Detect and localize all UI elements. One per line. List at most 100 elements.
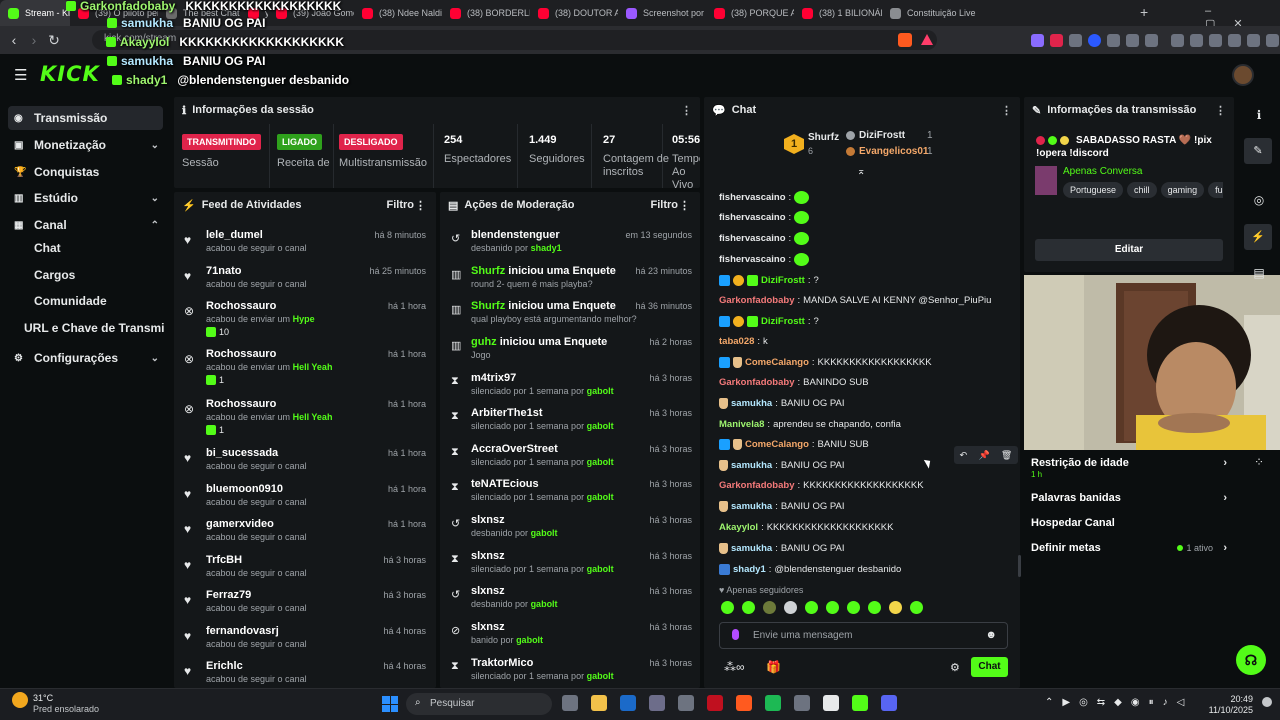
activity-row[interactable]: ♥ TrfcBH acabou de seguir o canal há 3 hora…: [182, 554, 432, 588]
stream-tag[interactable]: gaming: [1160, 182, 1205, 198]
steam-icon[interactable]: [620, 695, 636, 711]
moderation-row[interactable]: ⧗ ArbiterThe1st silenciado por 1 semana po…: [448, 407, 696, 439]
chat-message[interactable]: taba028: k: [719, 334, 768, 348]
lightning-rail-icon[interactable]: ⚡: [1244, 224, 1272, 250]
sidebar-item-configurações[interactable]: ⚙ Configurações ⌄: [8, 346, 163, 370]
browser-tab[interactable]: Constituição Live: [882, 0, 978, 26]
moderation-user[interactable]: slxnsz: [471, 585, 505, 597]
chat-username[interactable]: Garkonfadobaby: [719, 480, 795, 491]
browser-tab[interactable]: (38) PORQUE AVIÃ: [706, 0, 794, 26]
activity-user[interactable]: gamerxvideo: [206, 518, 274, 530]
moderation-user[interactable]: blendenstenguer: [471, 229, 560, 241]
discord-icon[interactable]: [881, 695, 897, 711]
activity-user[interactable]: Rochossauro: [206, 348, 276, 360]
activity-user[interactable]: Erichlc: [206, 660, 243, 672]
activity-user[interactable]: fernandovasrj: [206, 625, 279, 637]
moderation-by[interactable]: gabolt: [516, 635, 543, 645]
activity-row[interactable]: ⊗ Rochossauro acabou de enviar um Hype há 1…: [182, 300, 432, 337]
system-tray[interactable]: ⌃▶◎⇆◆◉⏸♪◁: [1045, 697, 1193, 708]
activity-row[interactable]: ♥ Erichlc acabou de seguir o canal há 4 hor…: [182, 660, 432, 694]
chat-username[interactable]: fishervascaino: [719, 233, 786, 244]
moderation-filter-button[interactable]: Filtro: [651, 199, 679, 211]
moderation-row[interactable]: ▥ guhz iniciou uma Enquete Jogo há 2 horas: [448, 336, 696, 368]
chat-username[interactable]: Akayylol: [719, 522, 758, 533]
session-menu-icon[interactable]: ⋮: [681, 104, 692, 117]
moderation-by[interactable]: shady1: [531, 243, 562, 253]
chat-message[interactable]: DiziFrostt:?: [719, 314, 819, 328]
moderation-username[interactable]: slxnsz: [471, 514, 505, 526]
browser-tab[interactable]: (38) BORDERLINE: [442, 0, 530, 26]
category-thumbnail[interactable]: [1035, 166, 1057, 195]
moderation-user[interactable]: TraktorMico: [471, 657, 533, 669]
activity-row[interactable]: ♥ bi_sucessada acabou de seguir o canal há …: [182, 447, 432, 481]
weather-icon[interactable]: [12, 692, 28, 708]
send-chat-button[interactable]: Chat: [971, 657, 1008, 677]
moderation-username[interactable]: TraktorMico: [471, 657, 533, 669]
activity-user[interactable]: Ferraz79: [206, 589, 251, 601]
info-rail-icon[interactable]: ℹ: [1252, 108, 1266, 122]
chat-username[interactable]: Garkonfadobaby: [719, 377, 795, 388]
chat-message[interactable]: samukha: BANIU OG PAI: [719, 499, 845, 513]
stream-setting-row[interactable]: Definir metas 1 ativo ›: [1031, 542, 1227, 562]
app-icon[interactable]: [794, 695, 810, 711]
moderation-by[interactable]: gabolt: [531, 599, 558, 609]
back-icon[interactable]: ‹: [4, 30, 24, 50]
leaderboard-third-user[interactable]: Evangelicos01: [859, 146, 928, 157]
microphone-icon[interactable]: [732, 629, 739, 640]
emoji-picker-icon[interactable]: ☻: [985, 629, 997, 641]
chat-username[interactable]: samukha: [731, 398, 772, 409]
extensions-toolbar[interactable]: [1028, 34, 1280, 47]
sidebar-subitem[interactable]: Chat: [34, 241, 61, 255]
chat-username[interactable]: taba028: [719, 336, 754, 347]
chat-message[interactable]: ComeCalango: KKKKKKKKKKKKKKKKKK: [719, 355, 932, 369]
browser-tab[interactable]: (38) DOUTOR AJU: [530, 0, 618, 26]
forward-icon[interactable]: ›: [24, 30, 44, 50]
expand-rail-icon[interactable]: ⁘: [1252, 455, 1266, 469]
activity-row[interactable]: ♥ bluemoon0910 acabou de seguir o canal há …: [182, 483, 432, 517]
gift-icon[interactable]: 🎁: [766, 660, 781, 674]
sidebar-item-conquistas[interactable]: 🏆 Conquistas: [8, 160, 163, 184]
spotify-icon[interactable]: [765, 695, 781, 711]
moderation-by[interactable]: gabolt: [587, 671, 614, 681]
chat-message[interactable]: Akayylol: KKKKKKKKKKKKKKKKKKKK: [719, 520, 893, 534]
emote-bar[interactable]: [721, 601, 1011, 617]
collapse-leaderboard-icon[interactable]: ⌅: [857, 166, 865, 177]
moderation-row[interactable]: ↺ blendenstenguer desbanido por shady1 em 1…: [448, 229, 696, 261]
chat-message[interactable]: Manivela8: aprendeu se chapando, confia: [719, 417, 901, 431]
chat-username[interactable]: DiziFrostt: [761, 316, 805, 327]
stream-info-menu-icon[interactable]: ⋮: [1215, 104, 1226, 117]
moderation-user[interactable]: slxnsz: [471, 621, 505, 633]
moderation-by[interactable]: gabolt: [587, 564, 614, 574]
moderation-user[interactable]: teNATEcious: [471, 478, 539, 490]
chat-username[interactable]: fishervascaino: [719, 254, 786, 265]
leaderboard-second-user[interactable]: DiziFrostt: [859, 130, 905, 141]
activity-user[interactable]: lele_dumel: [206, 229, 263, 241]
chat-message[interactable]: DiziFrostt:?: [719, 273, 819, 287]
chat-message[interactable]: fishervascaino:: [719, 231, 810, 245]
activity-row[interactable]: ♥ Ferraz79 acabou de seguir o canal há 3 ho…: [182, 589, 432, 623]
moderation-by[interactable]: gabolt: [587, 457, 614, 467]
stream-setting-row[interactable]: Palavras banidas ›: [1031, 492, 1227, 512]
chat-message[interactable]: Garkonfadobaby: KKKKKKKKKKKKKKKKKKK: [719, 478, 924, 492]
browser-tab[interactable]: Stream - Kick: [0, 0, 70, 26]
chat-gear-icon[interactable]: ⚙: [950, 661, 960, 674]
task-view-icon[interactable]: [562, 695, 578, 711]
moderation-row[interactable]: ⧗ teNATEcious silenciado por 1 semana por …: [448, 478, 696, 510]
moderation-user[interactable]: slxnsz: [471, 550, 505, 562]
activity-row[interactable]: ♥ lele_dumel acabou de seguir o canal há 8 …: [182, 229, 432, 263]
moderation-row[interactable]: ⧗ AccraOverStreet silenciado por 1 semana …: [448, 443, 696, 475]
chat-message[interactable]: fishervascaino:: [719, 252, 810, 266]
category-name[interactable]: Apenas Conversa: [1063, 166, 1143, 177]
moderation-user[interactable]: Shurfz iniciou uma Enquete: [471, 300, 616, 312]
chat-username[interactable]: samukha: [731, 543, 772, 554]
chat-message[interactable]: samukha: BANIU OG PAI: [719, 541, 845, 555]
brave-rewards-icon[interactable]: [921, 34, 933, 45]
moderation-username[interactable]: slxnsz: [471, 621, 505, 633]
moderation-by[interactable]: gabolt: [587, 492, 614, 502]
moderation-user[interactable]: slxnsz: [471, 514, 505, 526]
activity-filter-button[interactable]: Filtro: [387, 199, 415, 211]
moderation-username[interactable]: blendenstenguer: [471, 229, 560, 241]
moderation-row[interactable]: ⧗ m4trix97 silenciado por 1 semana por gab…: [448, 372, 696, 404]
edit-stream-button[interactable]: Editar: [1035, 239, 1223, 261]
moderation-username[interactable]: m4trix97: [471, 372, 516, 384]
